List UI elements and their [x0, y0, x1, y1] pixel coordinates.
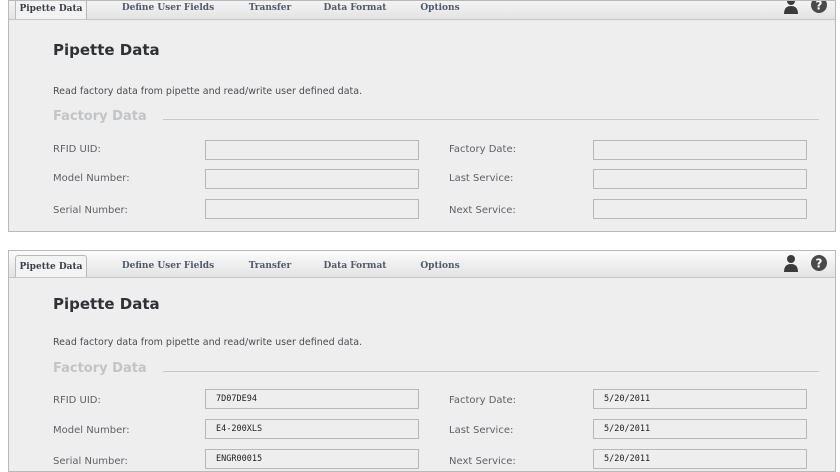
user-icon[interactable]: [781, 253, 801, 273]
factory-date-label: Factory Date:: [449, 144, 516, 155]
section-divider: [163, 119, 819, 120]
tab-bar: Pipette Data Define User Fields Transfer…: [9, 0, 835, 20]
next-service-label: Next Service:: [449, 456, 516, 467]
last-service-field[interactable]: [593, 169, 807, 189]
rfid-uid-field[interactable]: [205, 389, 419, 409]
next-service-field[interactable]: [593, 199, 807, 219]
tab-options[interactable]: Options: [411, 1, 469, 19]
section-divider: [163, 371, 819, 372]
page-title: Pipette Data: [53, 41, 160, 59]
page-description: Read factory data from pipette and read/…: [53, 86, 363, 97]
factory-date-field[interactable]: [593, 140, 807, 160]
rfid-uid-field[interactable]: [205, 140, 419, 160]
section-title-factory-data: Factory Data: [53, 109, 147, 124]
tab-pipette-data[interactable]: Pipette Data: [15, 255, 87, 277]
tab-bar: Pipette Data Define User Fields Transfer…: [9, 251, 835, 278]
model-number-field[interactable]: [205, 169, 419, 189]
serial-number-label: Serial Number:: [53, 205, 128, 216]
svg-text:?: ?: [816, 257, 823, 271]
model-number-label: Model Number:: [53, 173, 130, 184]
factory-date-field[interactable]: [593, 389, 807, 409]
section-title-factory-data: Factory Data: [53, 361, 147, 376]
factory-date-label: Factory Date:: [449, 395, 516, 406]
model-number-label: Model Number:: [53, 425, 130, 436]
page-title: Pipette Data: [53, 295, 160, 313]
page-description: Read factory data from pipette and read/…: [53, 337, 363, 348]
rfid-uid-label: RFID UID:: [53, 395, 101, 406]
help-icon[interactable]: ?: [809, 253, 829, 273]
help-icon[interactable]: ?: [809, 0, 829, 15]
serial-number-field[interactable]: [205, 449, 419, 469]
next-service-label: Next Service:: [449, 205, 516, 216]
next-service-field[interactable]: [593, 449, 807, 469]
tab-data-format[interactable]: Data Format: [323, 1, 387, 19]
tab-options[interactable]: Options: [411, 255, 469, 277]
last-service-label: Last Service:: [449, 425, 514, 436]
tab-data-format[interactable]: Data Format: [323, 255, 387, 277]
model-number-field[interactable]: [205, 419, 419, 439]
last-service-field[interactable]: [593, 419, 807, 439]
user-icon[interactable]: [781, 1, 801, 15]
tab-define-user-fields[interactable]: Define User Fields: [115, 255, 221, 277]
tab-transfer[interactable]: Transfer: [243, 1, 297, 19]
rfid-uid-label: RFID UID:: [53, 144, 101, 155]
svg-text:?: ?: [816, 0, 823, 13]
serial-number-label: Serial Number:: [53, 456, 128, 467]
pipette-panel-empty: Pipette Data Define User Fields Transfer…: [8, 0, 836, 232]
last-service-label: Last Service:: [449, 173, 514, 184]
serial-number-field[interactable]: [205, 199, 419, 219]
tab-transfer[interactable]: Transfer: [243, 255, 297, 277]
tab-define-user-fields[interactable]: Define User Fields: [115, 1, 221, 19]
pipette-panel-filled: Pipette Data Define User Fields Transfer…: [8, 250, 836, 472]
tab-pipette-data[interactable]: Pipette Data: [15, 1, 87, 19]
